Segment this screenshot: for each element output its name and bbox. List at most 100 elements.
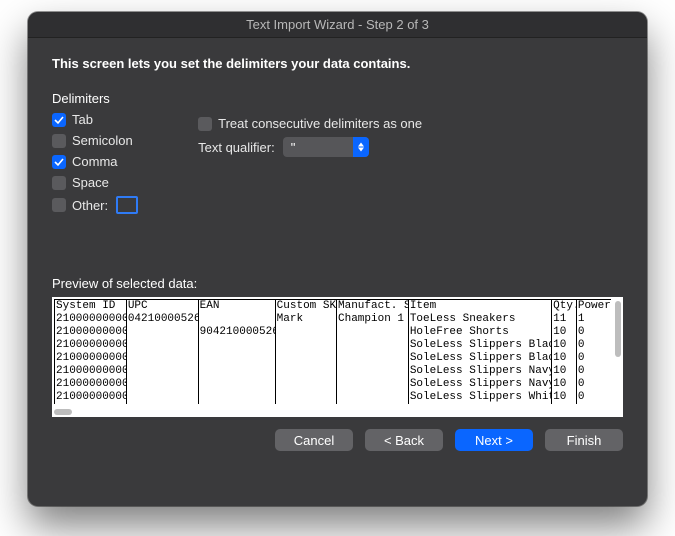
preview-grid: System IDUPCEANCustom SKUManufact. SKUIt…	[54, 299, 611, 404]
table-cell: 210000000004	[54, 352, 126, 365]
table-cell: 210000000001	[54, 313, 126, 326]
table-cell: ToeLess Sneakers	[408, 313, 551, 326]
window-content: This screen lets you set the delimiters …	[28, 38, 647, 465]
table-cell	[198, 313, 275, 326]
space-checkbox[interactable]	[52, 176, 66, 190]
table-cell: HoleFree Shorts	[408, 326, 551, 339]
button-row: Cancel < Back Next > Finish	[52, 429, 623, 451]
column-header: Powerp	[576, 300, 611, 313]
table-cell	[336, 339, 408, 352]
column-header: UPC	[126, 300, 198, 313]
table-cell: 10	[551, 378, 576, 391]
table-header-row: System IDUPCEANCustom SKUManufact. SKUIt…	[54, 299, 611, 313]
space-label: Space	[72, 175, 109, 190]
check-icon	[54, 115, 64, 125]
table-cell	[198, 365, 275, 378]
table-cell	[198, 339, 275, 352]
table-cell	[336, 365, 408, 378]
table-cell: 0	[576, 365, 611, 378]
table-cell: 210000000003	[54, 339, 126, 352]
table-cell: Champion 1	[336, 313, 408, 326]
table-cell	[198, 378, 275, 391]
horizontal-scrollbar[interactable]	[54, 409, 72, 415]
wizard-heading: This screen lets you set the delimiters …	[52, 56, 623, 71]
preview-label: Preview of selected data:	[52, 276, 623, 291]
table-cell: 0	[576, 352, 611, 365]
vertical-scrollbar[interactable]	[615, 301, 621, 357]
table-row: 210000000003 SoleLess Slippers Black 8100	[54, 339, 611, 352]
table-cell	[275, 352, 336, 365]
table-cell: 10	[551, 352, 576, 365]
table-cell	[198, 352, 275, 365]
text-qualifier-label: Text qualifier:	[198, 140, 275, 155]
treat-consecutive-checkbox[interactable]	[198, 117, 212, 131]
table-cell: 10	[551, 365, 576, 378]
column-header: Custom SKU	[275, 300, 336, 313]
table-cell: 1	[576, 313, 611, 326]
table-cell	[198, 391, 275, 404]
table-cell: 10	[551, 339, 576, 352]
table-cell: 210000000006	[54, 378, 126, 391]
treat-consecutive-label: Treat consecutive delimiters as one	[218, 116, 422, 131]
table-cell: SoleLess Slippers Black 8	[408, 339, 551, 352]
table-row: 210000000007SoleLess Slippers White 8100	[54, 391, 611, 404]
table-cell: 210000000002	[54, 326, 126, 339]
table-cell	[275, 365, 336, 378]
table-cell	[336, 391, 408, 404]
check-icon	[54, 157, 64, 167]
semicolon-checkbox[interactable]	[52, 134, 66, 148]
table-cell: 0	[576, 339, 611, 352]
table-cell: 10	[551, 391, 576, 404]
table-cell	[126, 352, 198, 365]
table-cell	[126, 365, 198, 378]
table-row: 210000000004 SoleLess Slippers Black 8.51…	[54, 352, 611, 365]
table-cell	[336, 326, 408, 339]
tab-label: Tab	[72, 112, 93, 127]
table-row: 210000000005 SoleLess Slippers Navy 8.510…	[54, 365, 611, 378]
wizard-window: Text Import Wizard - Step 2 of 3 This sc…	[28, 12, 647, 506]
text-qualifier-select[interactable]: "	[283, 137, 369, 157]
table-row: 210000000001042100005264MarkChampion 1To…	[54, 313, 611, 326]
table-cell	[275, 339, 336, 352]
table-cell	[336, 378, 408, 391]
window-titlebar: Text Import Wizard - Step 2 of 3	[28, 12, 647, 38]
other-checkbox[interactable]	[52, 198, 66, 212]
delimiters-label: Delimiters	[52, 91, 623, 106]
other-delimiter-input[interactable]	[116, 196, 138, 214]
table-cell: 210000000005	[54, 365, 126, 378]
select-stepper-icon	[353, 137, 369, 157]
column-header: Manufact. SKU	[336, 300, 408, 313]
table-cell	[126, 339, 198, 352]
table-cell	[275, 378, 336, 391]
table-cell: 9042100005264	[198, 326, 275, 339]
table-cell: SoleLess Slippers White 8	[408, 391, 551, 404]
column-header: Qty.	[551, 300, 576, 313]
back-button[interactable]: < Back	[365, 429, 443, 451]
table-cell: SoleLess Slippers Navy 8	[408, 378, 551, 391]
table-cell: SoleLess Slippers Navy 8.5	[408, 365, 551, 378]
column-header: System ID	[54, 300, 126, 313]
table-row: 210000000002 9042100005264 HoleFree Shorts…	[54, 326, 611, 339]
comma-label: Comma	[72, 154, 118, 169]
table-cell: 042100005264	[126, 313, 198, 326]
table-cell	[275, 391, 336, 404]
text-qualifier-value: "	[291, 140, 296, 155]
next-button[interactable]: Next >	[455, 429, 533, 451]
preview-box[interactable]: System IDUPCEANCustom SKUManufact. SKUIt…	[52, 297, 623, 417]
table-cell: 10	[551, 326, 576, 339]
table-cell: 0	[576, 378, 611, 391]
tab-checkbox[interactable]	[52, 113, 66, 127]
table-cell: 11	[551, 313, 576, 326]
cancel-button[interactable]: Cancel	[275, 429, 353, 451]
comma-checkbox[interactable]	[52, 155, 66, 169]
table-cell: SoleLess Slippers Black 8.5	[408, 352, 551, 365]
table-cell: 0	[576, 391, 611, 404]
window-title: Text Import Wizard - Step 2 of 3	[246, 17, 429, 32]
column-header: Item	[408, 300, 551, 313]
finish-button[interactable]: Finish	[545, 429, 623, 451]
table-cell	[126, 391, 198, 404]
column-header: EAN	[198, 300, 275, 313]
semicolon-label: Semicolon	[72, 133, 133, 148]
table-cell	[275, 326, 336, 339]
table-cell: 0	[576, 326, 611, 339]
